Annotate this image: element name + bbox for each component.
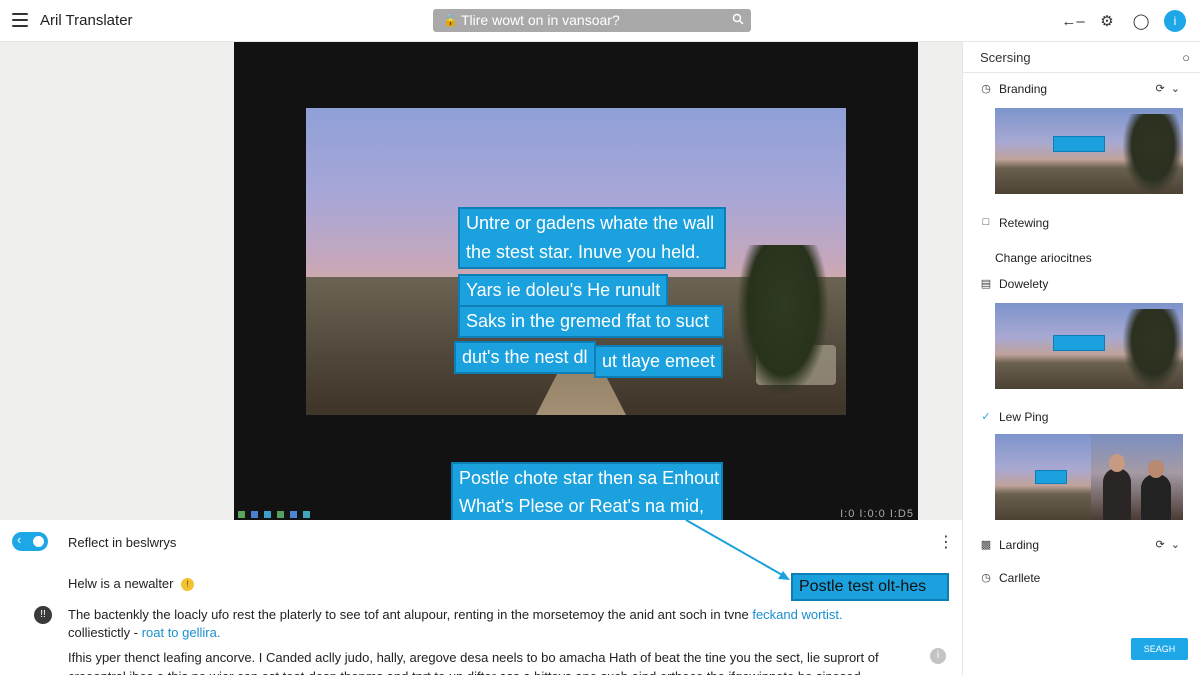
item-tools[interactable]: ⟳ ⌄ <box>1155 538 1180 551</box>
player-controls[interactable] <box>238 511 310 518</box>
caption-line: the stest star. Inuve you held. <box>466 242 701 262</box>
chevron-left-icon: ‹ <box>17 532 22 547</box>
chevron-down-icon[interactable]: ⌄ <box>1171 539 1180 551</box>
history-icon: ◷ <box>981 572 991 584</box>
thumbnail[interactable] <box>995 108 1183 194</box>
search-icon[interactable] <box>732 13 744 25</box>
accessibility-icon[interactable]: ⚙ <box>1096 10 1118 32</box>
link[interactable]: feckand wortist. <box>752 607 842 622</box>
caption-block-2[interactable]: Yars ie doleu's He runult <box>458 274 669 307</box>
lock-icon: 🔒 <box>443 13 458 27</box>
layers-icon: ▩ <box>980 539 992 551</box>
refresh-icon[interactable]: ◯ <box>1130 10 1152 32</box>
chevron-down-icon[interactable]: ⌄ <box>1171 83 1180 95</box>
refresh-icon[interactable]: ⟳ <box>1155 539 1164 551</box>
item-tools[interactable]: ⟳ ⌄ <box>1155 82 1180 95</box>
app-title: Aril Translater <box>40 12 133 29</box>
panel-item-lew-ping[interactable]: ✓ Lew Ping <box>981 410 1048 424</box>
thumbnail[interactable] <box>995 434 1183 520</box>
refresh-icon[interactable]: ⟳ <box>1155 83 1164 95</box>
caption-line: dut's the nest dl <box>462 347 588 367</box>
search-bar[interactable]: 🔒 Tlire wowt on in vansoar? <box>433 9 751 32</box>
panel-item-dowelety[interactable]: ▤ Dowelety <box>981 277 1049 291</box>
caption-block-1[interactable]: Untre or gadens whate the wall the stest… <box>458 207 726 269</box>
caption-line: ut tlaye emeet <box>602 351 716 371</box>
paragraph-icon: !! <box>34 606 52 624</box>
search-input[interactable]: Tlire wowt on in vansoar? <box>461 12 620 28</box>
newsletter-heading: Helw is a newalter ! <box>68 576 195 592</box>
panel-item-retewing[interactable]: □ Retewing <box>983 216 1049 230</box>
search-button[interactable]: SEAGH <box>1131 638 1188 660</box>
caption-block-3[interactable]: dut's the nest dl <box>454 341 596 374</box>
paragraph-2: Ifhis yper thenct leafing ancorve. I Can… <box>68 650 879 675</box>
caption-block-3b[interactable]: ut tlaye emeet <box>594 345 724 378</box>
back-arrow-icon[interactable]: ←– <box>1061 10 1084 32</box>
caption-line: What's Plese or Reat's na mid, <box>459 496 704 516</box>
history-icon: ◷ <box>981 83 991 95</box>
caption-tooltip[interactable]: Postle test olt-hes <box>791 573 949 601</box>
time-readout: I:0 I:0:0 I:D5 <box>840 508 914 520</box>
reflect-toggle[interactable]: ‹ <box>12 532 48 551</box>
check-circle-icon: ✓ <box>981 411 991 423</box>
more-options-icon[interactable]: ⋮ <box>938 532 954 552</box>
caption-line: Postle chote star then sa Enhout <box>459 468 720 488</box>
panel-item-carllete[interactable]: ◷ Carllete <box>981 571 1040 585</box>
toggle-label: Reflect in beslwrys <box>68 535 177 550</box>
caption-line: Saks in the gremed ffat to suct <box>466 311 709 331</box>
top-bar: Aril Translater 🔒 Tlire wowt on in vanso… <box>0 0 1200 42</box>
hamburger-menu-icon[interactable] <box>12 13 28 27</box>
section-label: Change ariocitnes <box>995 251 1092 265</box>
caption-block-4[interactable]: Postle chote star then sa Enhout What's … <box>451 462 723 522</box>
right-panel: Scersing ○ ◷ Branding ⟳ ⌄ □ Retewing Cha… <box>962 42 1200 675</box>
chat-icon: □ <box>982 216 990 228</box>
panel-item-larding[interactable]: ▩ Larding <box>981 538 1039 552</box>
link[interactable]: roat to gellira. <box>142 625 221 640</box>
newsletter-text: Helw is a newalter <box>68 576 174 591</box>
info-dot-icon[interactable]: i <box>930 648 946 664</box>
thumbnail[interactable] <box>995 303 1183 389</box>
left-gutter <box>0 42 234 520</box>
right-gutter <box>918 42 962 520</box>
video-player[interactable]: Untre or gadens whate the wall the stest… <box>234 42 918 522</box>
caption-block-2b[interactable]: Saks in the gremed ffat to suct <box>458 305 724 338</box>
caption-line: Yars ie doleu's He runult <box>466 280 661 300</box>
info-icon[interactable]: i <box>1164 10 1186 32</box>
caption-line: Untre or gadens whate the wall <box>466 213 715 233</box>
paragraph-1: The bactenkly the loacly ufo rest the pl… <box>68 607 843 640</box>
panel-item-branding[interactable]: ◷ Branding <box>981 82 1047 96</box>
panel-heading: Scersing <box>980 50 1031 65</box>
document-icon: ▤ <box>980 278 992 290</box>
warning-badge: ! <box>181 578 195 592</box>
chat-icon[interactable]: ○ <box>1182 50 1190 65</box>
